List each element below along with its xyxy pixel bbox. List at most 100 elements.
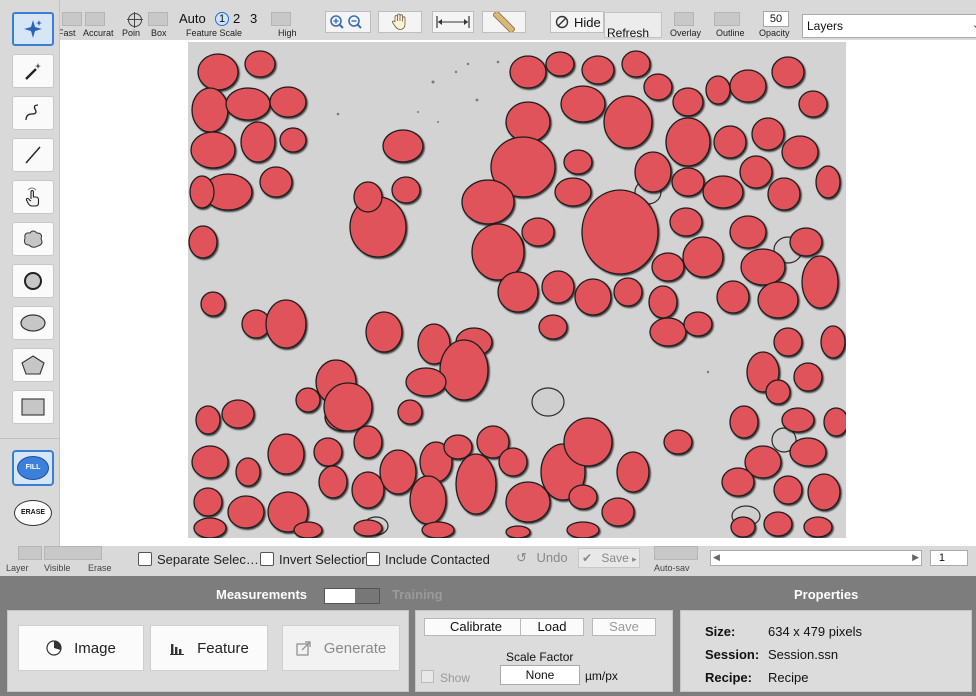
- show-calibration-label: Show: [440, 671, 471, 685]
- scale-option-2[interactable]: 2: [233, 11, 240, 26]
- hide-button[interactable]: Hide: [550, 11, 604, 33]
- show-calibration-checkbox[interactable]: [421, 670, 434, 683]
- freehand-tool[interactable]: [12, 96, 54, 130]
- tab-measurements[interactable]: Measurements: [216, 587, 307, 602]
- magic-wand-tool[interactable]: [12, 54, 54, 88]
- outline-label: Outline: [716, 28, 745, 38]
- high-toggle[interactable]: [271, 12, 291, 26]
- erase-label: Erase: [88, 563, 112, 573]
- microscope-image[interactable]: [188, 42, 846, 538]
- page-number-field[interactable]: 1: [930, 550, 968, 566]
- image-button[interactable]: Image: [18, 625, 144, 671]
- tab-training[interactable]: Training: [392, 587, 443, 602]
- undo-button[interactable]: ↺ Undo: [516, 550, 568, 566]
- undo-icon: ↺: [516, 550, 527, 565]
- export-icon: [296, 641, 311, 656]
- scale-option-1[interactable]: 1: [215, 12, 229, 26]
- blob-tool[interactable]: [12, 222, 54, 256]
- fast-label: Fast: [58, 28, 76, 38]
- include-contacted-checkbox[interactable]: Include Contacted: [366, 550, 490, 568]
- calibrate-button[interactable]: Calibrate: [424, 618, 528, 636]
- rectangle-tool[interactable]: [12, 390, 54, 424]
- invert-selection-checkbox[interactable]: Invert Selectior: [260, 550, 366, 568]
- scale-option-3[interactable]: 3: [250, 11, 257, 26]
- line-tool[interactable]: [12, 138, 54, 172]
- image-canvas[interactable]: [60, 40, 976, 546]
- sparkle-icon: [24, 20, 42, 38]
- zoom-in-out-icon[interactable]: [328, 14, 368, 30]
- recipe-value: Recipe: [768, 670, 809, 685]
- include-contacted-box[interactable]: [366, 552, 380, 566]
- magic-wand-icon: [25, 63, 41, 80]
- scale-factor-field[interactable]: None: [500, 665, 580, 685]
- scale-factor-label: Scale Factor: [506, 650, 574, 664]
- hide-label: Hide: [574, 14, 601, 30]
- refresh-button[interactable]: Refresh: [604, 12, 662, 38]
- tool-divider: [0, 438, 60, 439]
- opacity-field[interactable]: 50: [763, 11, 789, 27]
- line-icon: [25, 146, 41, 164]
- size-label: Size:: [705, 624, 736, 639]
- zoom-buttons[interactable]: [325, 11, 371, 33]
- left-toolbar: FILL ERASE: [0, 0, 60, 546]
- save-button[interactable]: ✔ Save ▸: [578, 548, 640, 568]
- image-button-label: Image: [74, 639, 116, 657]
- box-toggle[interactable]: [148, 12, 168, 26]
- measurement-panel: Image Feature Generate: [7, 610, 409, 692]
- crosshair-icon[interactable]: [127, 12, 143, 28]
- circle-tool[interactable]: [12, 264, 54, 298]
- overlay-toggle[interactable]: [674, 12, 694, 26]
- touch-tool[interactable]: [12, 180, 54, 214]
- generate-button-label: Generate: [323, 639, 387, 657]
- touch-hand-icon: [25, 187, 40, 207]
- invert-selection-box[interactable]: [260, 552, 274, 566]
- load-calibration-button[interactable]: Load: [520, 618, 584, 636]
- ellipse-tool[interactable]: [12, 306, 54, 340]
- refresh-label: Refresh: [607, 26, 650, 38]
- blob-shape-icon: [24, 230, 43, 248]
- outline-toggle[interactable]: [714, 12, 740, 26]
- pan-button[interactable]: [378, 11, 422, 33]
- smart-select-tool[interactable]: [12, 12, 54, 46]
- properties-panel: Size: 634 x 479 pixels Session: Session.ss…: [680, 610, 972, 692]
- size-row: Size: 634 x 479 pixels: [705, 624, 862, 639]
- layer-label: Layer: [6, 563, 29, 573]
- generate-button[interactable]: Generate: [282, 625, 400, 671]
- size-value: 634 x 479 pixels: [768, 624, 862, 639]
- freehand-curve-icon: [25, 104, 39, 121]
- erase-mode-button[interactable]: ERASE: [14, 500, 52, 526]
- session-value: Session.ssn: [768, 647, 839, 662]
- include-contacted-label: Include Contacted: [385, 551, 490, 567]
- save-options-icon: ▸: [632, 554, 637, 564]
- layers-dropdown[interactable]: Layers ⌄: [802, 14, 976, 38]
- hide-icon: [555, 15, 569, 29]
- fast-toggle[interactable]: [62, 12, 82, 26]
- feature-button[interactable]: Feature: [150, 625, 268, 671]
- accurate-toggle[interactable]: [85, 12, 105, 26]
- scale-auto[interactable]: Auto: [179, 11, 206, 26]
- scroll-left-icon[interactable]: ◀: [713, 552, 720, 563]
- fill-mode-button[interactable]: FILL: [12, 450, 54, 486]
- chevron-down-icon: ⌄: [972, 18, 976, 31]
- save-calibration-button[interactable]: Save: [592, 618, 656, 636]
- separate-selection-checkbox[interactable]: Separate Selec…: [138, 550, 259, 568]
- separate-selection-label: Separate Selec…: [157, 551, 259, 567]
- top-toolbar: Fast Accurat Poin Box Auto 1 2 3 Feature…: [58, 0, 976, 40]
- feature-scale-label: Feature Scale: [186, 28, 243, 38]
- separate-selection-box[interactable]: [138, 552, 152, 566]
- autosave-toggle[interactable]: [654, 546, 698, 560]
- measure-length-button[interactable]: [432, 11, 474, 33]
- horizontal-scrollbar[interactable]: ◀ ▶: [710, 550, 922, 566]
- layer-toggle[interactable]: [18, 546, 42, 560]
- properties-title: Properties: [794, 587, 859, 602]
- visible-slider[interactable]: [44, 546, 102, 560]
- ruler-button[interactable]: [482, 11, 526, 33]
- overlay-label: Overlay: [670, 28, 702, 38]
- session-label: Session:: [705, 647, 760, 662]
- fill-label: FILL: [17, 456, 49, 480]
- session-row: Session: Session.ssn: [705, 647, 838, 662]
- polygon-tool[interactable]: [12, 348, 54, 382]
- mode-toggle[interactable]: [324, 588, 380, 604]
- rectangle-icon: [21, 398, 45, 416]
- scroll-right-icon[interactable]: ▶: [912, 552, 919, 563]
